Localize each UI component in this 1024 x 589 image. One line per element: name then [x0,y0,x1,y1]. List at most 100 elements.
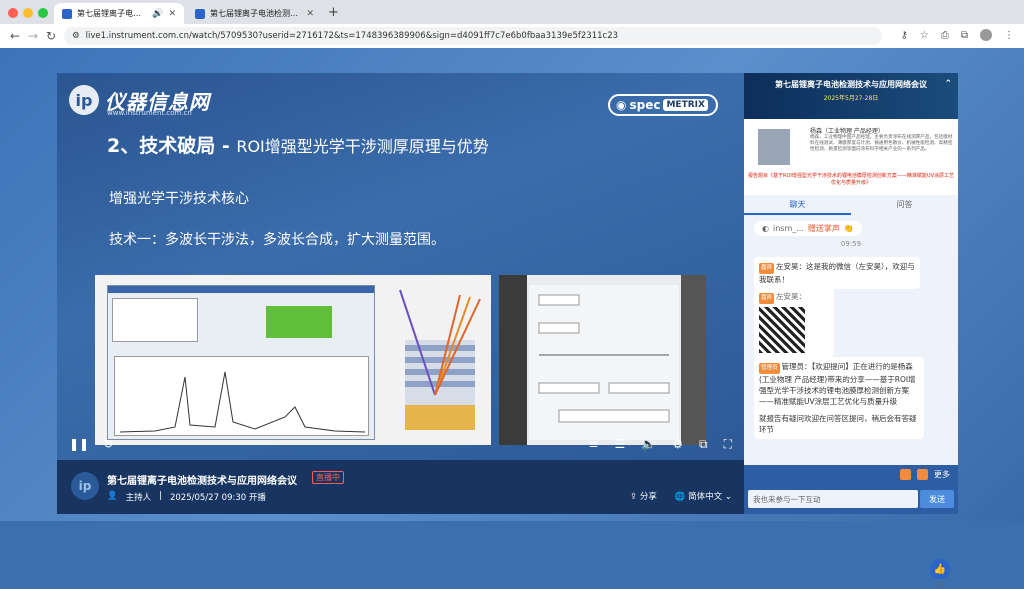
browser-toolbar: ← → ↻ ⚙ live1.instrument.com.cn/watch/57… [0,24,1024,48]
danmaku-settings-icon[interactable]: ☰ [615,437,626,452]
gift-user: insm_... [772,224,804,233]
control-photo-svg [499,275,706,445]
settings-panel [112,298,198,342]
translate-icon[interactable]: ⎙ [941,30,949,41]
address-bar[interactable]: ⚙ live1.instrument.com.cn/watch/5709530?… [64,27,882,45]
chat-input-area: 更多 我也来参与一下互动 发送 [744,465,958,514]
slide-heading: 增强光学干涉技术核心 [109,191,249,207]
speaker-icon[interactable]: 🔊 [152,9,163,19]
reload-icon[interactable]: ↻ [46,29,56,43]
send-button[interactable]: 发送 [920,490,954,508]
language-button[interactable]: 🌐 简体中文 ⌄ [675,490,732,502]
spectrum-graph [114,356,369,436]
gift-icon[interactable] [900,469,911,480]
gift-notice: ◐ insm_... 赠送掌声 👏 [754,221,862,236]
report-topic: 报告题目《基于ROI增强型光学干涉技术的锂电池膜厚检测创新方案——精准赋能UV涂… [748,173,954,186]
speaker-photo [758,129,790,165]
message-text-2: 就报告有疑问欢迎在问答区提问，稍后会有答疑环节 [759,414,917,434]
thumbs-up-icon[interactable]: 👍 [930,559,950,579]
chat-input[interactable]: 我也来参与一下互动 [748,490,918,508]
speaker-intro: 杨森（工业物理 产品经理） 杨森，工业物理中国产品经理。主要负责涂布在线测厚产品… [744,119,958,195]
slide-point: 技术一：多波长干涉法，多波长合成，扩大测量范围。 [109,232,445,248]
guest-tag: 嘉宾 [759,263,775,274]
globe-icon: 🌐 [674,492,689,502]
chat-message: 嘉宾 左安昊：这是我的微信（左安昊），欢迎与我联系！ [754,257,920,289]
extensions-icon[interactable]: ⧉ [961,30,968,41]
sidebar: 第七届锂离子电池检测技术与应用网络会议 2025年5月27-28日 ⌃ 杨森（工… [744,73,958,589]
minimize-window-button[interactable] [23,8,33,18]
forward-icon[interactable]: → [28,29,38,43]
site-favicon-icon [62,8,72,19]
close-tab-icon[interactable]: ✕ [306,9,314,19]
tab-title: 第七届锂离子电池检测技术与应 [210,9,301,18]
bookmark-star-icon[interactable]: ☆ [920,30,929,41]
chat-list[interactable]: ◐ insm_... 赠送掌声 👏 09:59 嘉宾 左安昊：这是我的微信（左安昊… [744,215,958,589]
share-label: 分享 [639,492,657,502]
tab-strip: 第七届锂离子电池检测技术 🔊 ✕ 第七届锂离子电池检测技术与应 ✕ + [0,0,1024,24]
settings-gear-icon[interactable]: ⚙ [672,437,683,452]
host-label: 主持人 [125,493,152,503]
collapse-icon[interactable]: ⌃ [944,79,952,89]
site-info-icon[interactable]: ⚙ [72,31,80,41]
like-count: 73 [935,581,945,589]
meta-row: 👤 主持人 | 2025/05/27 09:30 开播 [107,491,266,503]
slide-title-b: ROI增强型光学干涉测厚原理与优势 [236,137,489,156]
sidebar-tabs: 聊天 问答 [744,195,958,215]
guest-tag: 嘉宾 [759,293,775,304]
fullscreen-icon[interactable]: ⛶ [724,437,732,452]
tab-conference-1[interactable]: 第七届锂离子电池检测技术 🔊 ✕ [54,3,184,24]
more-button[interactable]: 更多 [934,469,950,480]
tab-conference-2[interactable]: 第七届锂离子电池检测技术与应 ✕ [187,3,322,24]
maximize-window-button[interactable] [38,8,48,18]
chat-time: 09:59 [840,240,862,248]
new-tab-icon[interactable]: + [328,5,339,20]
chat-message-qr: 嘉宾 左安昊： [754,287,834,357]
profile-avatar[interactable] [980,29,992,41]
browser-chrome: 第七届锂离子电池检测技术 🔊 ✕ 第七届锂离子电池检测技术与应 ✕ + ← → … [0,0,1024,48]
specmetrix-logo: ◉ spec METRIX [608,94,718,116]
tab-qa[interactable]: 问答 [851,195,958,215]
window-titlebar [108,286,374,293]
logo-url: www.instrument.com.cn [107,109,192,117]
ip-logo-icon: ip [69,85,99,115]
brand-b: METRIX [663,99,708,111]
wechat-qr-code[interactable] [759,307,805,353]
video-player[interactable]: ip 仪器信息网 www.instrument.com.cn ◉ spec ME… [57,73,744,460]
refresh-icon[interactable]: ↻ [103,437,113,451]
admin-tag: 管理员 [759,363,780,374]
start-datetime: 2025/05/27 09:30 开播 [169,493,266,503]
close-window-button[interactable] [8,8,18,18]
tab-title: 第七届锂离子电池检测技术 [77,9,148,18]
red-packet-icon[interactable] [917,469,928,480]
user-icon: 👤 [107,491,118,501]
volume-icon[interactable]: 🔈 [641,437,656,452]
banner-title: 第七届锂离子电池检测技术与应用网络会议 [775,80,927,89]
player-actions: ⇪ 分享 🌐 简体中文 ⌄ [630,490,732,502]
tab-chat[interactable]: 聊天 [744,195,851,215]
speaker-name: 杨森（工业物理 产品经理） [810,128,884,135]
conference-title: 第七届锂离子电池检测技术与应用网络会议 [107,476,297,487]
url-text: live1.instrument.com.cn/watch/5709530?us… [85,31,619,41]
key-icon[interactable]: ⚷ [901,30,908,41]
control-photo [499,275,706,445]
speaker-desc: 杨森，工业物理中国产品经理。主要负责涂布在线测厚产品，包括膜材料在线测试、薄膜厚… [810,135,953,152]
share-button[interactable]: ⇪ 分享 [630,490,657,502]
danmaku-icon[interactable]: ≡ [588,437,598,452]
menu-icon[interactable]: ⋮ [1004,30,1014,41]
close-tab-icon[interactable]: ✕ [168,9,176,19]
pause-icon[interactable]: ❚❚ [69,437,89,451]
like-widget[interactable]: 👍 73 [930,559,950,589]
status-panel [266,306,332,338]
instrument-logo: ip 仪器信息网 www.instrument.com.cn [69,85,210,117]
back-icon[interactable]: ← [10,29,20,43]
chevron-down-icon: ⌄ [722,492,732,502]
slide-title: 2、技术破局 - ROI增强型光学干涉测厚原理与优势 [107,131,489,158]
message-text: 左安昊：这是我的微信（左安昊），欢迎与我联系！ [759,262,915,284]
banner-date: 2025年5月27-28日 [823,95,879,102]
player-controls: ❚❚ ↻ ≡ ☰ 🔈 ⚙ ⧉ ⛶ [57,428,744,460]
share-icon: ⇪ [630,492,640,502]
pip-icon[interactable]: ⧉ [699,437,708,452]
message-text: 管理员：【欢迎提问】正在进行的是杨森(工业物理 产品经理)带来的分享——基于RO… [759,362,916,406]
site-favicon-icon [195,8,205,19]
interference-diagram [399,289,481,430]
